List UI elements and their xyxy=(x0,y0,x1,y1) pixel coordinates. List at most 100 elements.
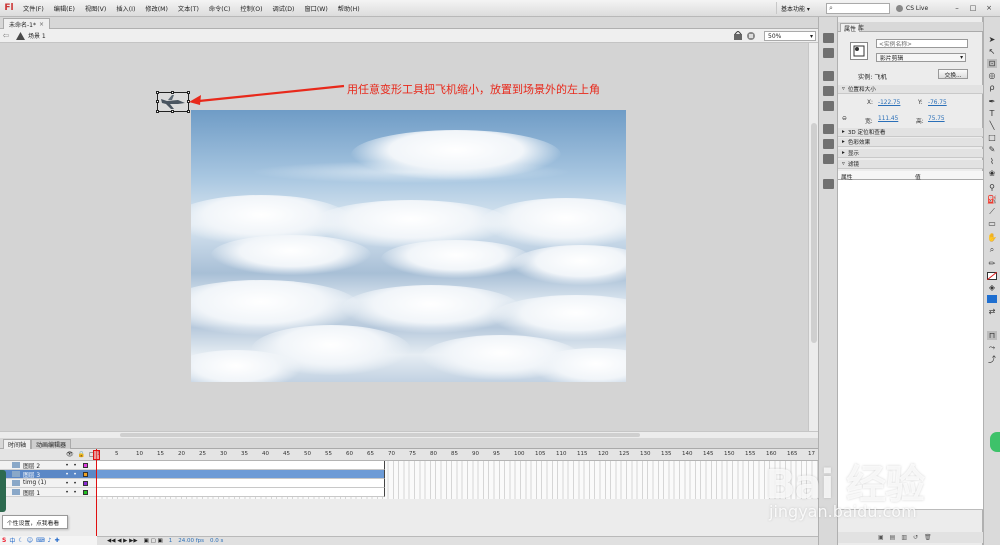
horizontal-scrollbar[interactable] xyxy=(0,431,818,438)
w-value[interactable]: 111.45 xyxy=(878,116,898,122)
sogou-icon[interactable]: S xyxy=(2,537,6,544)
paint-bucket-tool-icon[interactable]: ⛽ xyxy=(987,195,997,204)
visibility-toggle[interactable]: • xyxy=(63,471,71,478)
ime-mic-icon[interactable]: ♪ xyxy=(48,537,52,544)
transform-handle[interactable] xyxy=(156,110,159,113)
menu-item[interactable]: 控制(O) xyxy=(235,4,267,13)
subselection-tool-icon[interactable]: ↖ xyxy=(987,47,997,56)
play-controls-icon[interactable]: ◀◀ ◀ ▶ ▶▶ xyxy=(107,538,138,544)
snap-to-objects-icon[interactable]: ⊓ xyxy=(987,331,997,340)
maximize-button[interactable]: □ xyxy=(966,2,980,13)
zoom-select[interactable]: 50% ▾ xyxy=(764,31,816,41)
fill-color-icon[interactable]: ◈ xyxy=(987,283,997,292)
code-snippets-icon[interactable] xyxy=(823,124,834,134)
outline-color-swatch[interactable] xyxy=(83,489,88,495)
instance-type-select[interactable]: 影片剪辑 ▾ xyxy=(876,53,966,62)
transform-handle[interactable] xyxy=(187,110,190,113)
tab-motion-editor[interactable]: 动画编辑器 xyxy=(31,439,72,449)
close-tab-icon[interactable]: × xyxy=(39,21,44,28)
frame-span[interactable] xyxy=(97,461,385,470)
menu-item[interactable]: 插入(I) xyxy=(111,4,140,13)
visibility-toggle[interactable]: • xyxy=(63,489,71,496)
onion-skin-icon[interactable]: ▣ ▢ ▣ xyxy=(144,538,163,544)
lasso-tool-icon[interactable]: ρ xyxy=(987,83,997,92)
scroll-thumb[interactable] xyxy=(811,123,817,343)
lock-toggle[interactable]: • xyxy=(71,462,79,469)
frame-rate[interactable]: 24.00 fps xyxy=(178,538,204,544)
back-arrow-icon[interactable]: ⇦ xyxy=(0,31,12,40)
help-search-input[interactable]: ⌕ xyxy=(826,3,890,14)
brush-tool-icon[interactable]: ⌇ xyxy=(987,157,997,166)
menu-item[interactable]: 文本(T) xyxy=(173,4,204,13)
line-tool-icon[interactable]: ╲ xyxy=(987,121,997,130)
section-display[interactable]: ▸ 显示 xyxy=(838,149,983,158)
selection-tool-icon[interactable]: ➤ xyxy=(987,35,997,44)
y-value[interactable]: -76.75 xyxy=(928,100,947,106)
h-value[interactable]: 75.75 xyxy=(928,116,945,122)
section-3d[interactable]: ▸ 3D 定位和查看 xyxy=(838,128,983,137)
frame-span[interactable] xyxy=(97,488,385,497)
tab-timeline[interactable]: 时间轴 xyxy=(3,439,32,449)
ime-language[interactable]: 中 xyxy=(9,536,15,545)
airplane-symbol-selection[interactable] xyxy=(156,91,190,113)
frame-span[interactable] xyxy=(97,470,385,479)
fill-swatch[interactable] xyxy=(987,294,997,303)
scroll-thumb[interactable] xyxy=(120,433,640,437)
lock-toggle[interactable]: • xyxy=(71,489,79,496)
rectangle-tool-icon[interactable]: □ xyxy=(987,133,997,142)
ime-moon-icon[interactable]: ☾ xyxy=(18,537,23,544)
lock-icon[interactable]: 🔒 xyxy=(78,451,85,458)
lock-toggle[interactable]: • xyxy=(71,471,79,478)
link-size-icon[interactable]: ⊖ xyxy=(842,116,847,122)
side-widget[interactable] xyxy=(990,432,1000,452)
edit-scene-icon[interactable] xyxy=(733,30,743,41)
menu-item[interactable]: 修改(M) xyxy=(140,4,173,13)
close-button[interactable]: × xyxy=(982,2,996,13)
ime-tools-icon[interactable]: ✚ xyxy=(55,537,60,544)
transform-handle[interactable] xyxy=(171,91,174,94)
ime-smile-icon[interactable]: ☺ xyxy=(27,537,33,544)
document-tab[interactable]: 未命名-1* × xyxy=(3,18,51,29)
info-panel-icon[interactable] xyxy=(823,86,834,96)
ime-keyboard-icon[interactable]: ⌨ xyxy=(36,537,45,544)
playhead-handle[interactable] xyxy=(93,450,100,460)
smooth-icon[interactable]: ⤳ xyxy=(987,343,997,352)
color-panel-icon[interactable] xyxy=(823,33,834,43)
workspace-switcher[interactable]: 基本功能 ▾ xyxy=(776,2,814,14)
cs-live-button[interactable]: CS Live xyxy=(896,2,928,14)
zoom-tool-icon[interactable]: ⌕ xyxy=(987,245,997,254)
add-filter-icon[interactable]: ▣ xyxy=(878,534,884,541)
frame-grid[interactable] xyxy=(97,461,818,499)
transform-handle[interactable] xyxy=(171,110,174,113)
reset-icon[interactable]: ↺ xyxy=(913,534,918,541)
delete-filter-icon[interactable]: 🗑 xyxy=(924,534,932,541)
x-value[interactable]: -122.75 xyxy=(878,100,900,106)
straighten-icon[interactable]: ⤴ xyxy=(987,355,997,364)
section-color-effect[interactable]: ▸ 色彩效果 xyxy=(838,138,983,147)
free-transform-tool-icon[interactable]: ⊡ xyxy=(987,59,997,68)
edit-symbol-icon[interactable] xyxy=(746,31,756,41)
section-position-size[interactable]: ▿ 位置和大小 xyxy=(838,85,983,94)
tab-library[interactable]: 库 xyxy=(855,23,867,32)
menu-item[interactable]: 命令(C) xyxy=(204,4,236,13)
frame-ruler[interactable]: 1510152025303540455055606570758085909510… xyxy=(97,449,818,461)
outline-color-swatch[interactable] xyxy=(83,480,88,486)
menu-item[interactable]: 窗口(W) xyxy=(299,4,332,13)
visibility-toggle[interactable]: • xyxy=(63,480,71,487)
stroke-color-icon[interactable]: ✏ xyxy=(987,259,997,268)
menu-item[interactable]: 文件(F) xyxy=(18,4,49,13)
vertical-scrollbar[interactable] xyxy=(808,43,818,431)
eye-icon[interactable]: 👁 xyxy=(66,451,74,458)
deco-tool-icon[interactable]: ❀ xyxy=(987,169,997,178)
layer-row[interactable]: 图层 1 • • xyxy=(0,488,97,497)
eyedropper-tool-icon[interactable]: ⟋ xyxy=(987,207,997,216)
outline-color-swatch[interactable] xyxy=(83,462,88,468)
swap-button[interactable]: 交换... xyxy=(938,69,968,79)
preset-icon[interactable]: ▤ xyxy=(890,534,896,541)
pencil-tool-icon[interactable]: ✎ xyxy=(987,145,997,154)
stage-area[interactable]: 用任意变形工具把飞机缩小，放置到场景外的左上角 xyxy=(0,43,808,431)
section-filters[interactable]: ▿ 滤镜 xyxy=(838,160,983,169)
lock-toggle[interactable]: • xyxy=(71,480,79,487)
transform-handle[interactable] xyxy=(156,100,159,103)
minimize-button[interactable]: – xyxy=(950,2,964,13)
